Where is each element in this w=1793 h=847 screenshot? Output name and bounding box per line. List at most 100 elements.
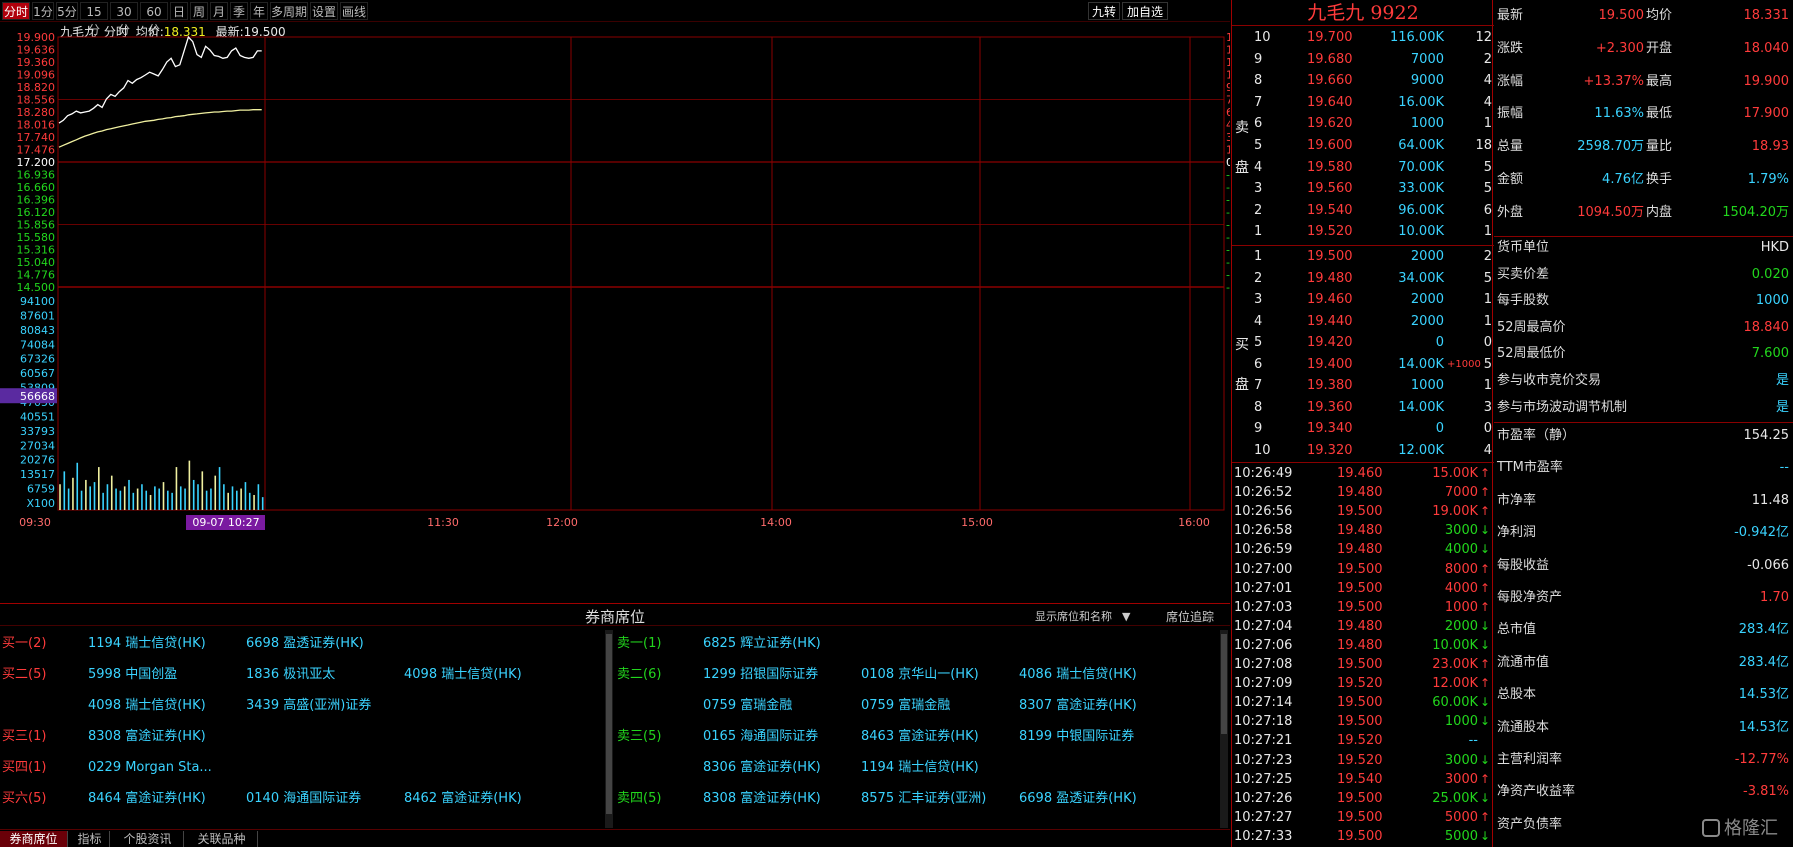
broker-seat[interactable]: 8308 富途证券(HK) bbox=[88, 727, 206, 747]
broker-level-label: 卖四(5) bbox=[617, 791, 662, 806]
bid-row[interactable]: 8 19.360 14.00K 3 bbox=[1232, 398, 1494, 418]
bid-row[interactable]: 6 19.400 14.00K +1000 5 bbox=[1232, 355, 1494, 375]
ask-row[interactable]: 9 19.680 7000 2 bbox=[1232, 50, 1494, 70]
bid-row[interactable]: 5 19.420 0 0 bbox=[1232, 333, 1494, 353]
sell-scrollbar[interactable] bbox=[1220, 630, 1228, 828]
period-tab-2[interactable]: 5分 bbox=[56, 2, 78, 20]
broker-seat[interactable]: 6698 盈透证券(HK) bbox=[246, 634, 364, 654]
broker-seat[interactable]: 8462 富途证券(HK) bbox=[404, 789, 522, 809]
broker-seat[interactable]: 1194 瑞士信贷(HK) bbox=[88, 634, 206, 654]
period-tab-13[interactable]: 画线 bbox=[340, 2, 368, 20]
broker-seat[interactable]: 8464 富途证券(HK) bbox=[88, 789, 206, 809]
period-tab-12[interactable]: 设置 bbox=[310, 2, 338, 20]
broker-seat[interactable]: 0140 海通国际证券 bbox=[246, 789, 361, 809]
bid-row[interactable]: 4 19.440 2000 1 bbox=[1232, 312, 1494, 332]
period-tab-4[interactable]: 30分 bbox=[110, 2, 138, 37]
broker-seat[interactable]: 3439 高盛(亚洲)证券 bbox=[246, 696, 371, 716]
broker-seat[interactable]: 0165 海通国际证券 bbox=[703, 727, 818, 747]
pct-tick-5: 7.89% bbox=[1226, 94, 1230, 107]
bid-row[interactable]: 2 19.480 34.00K 5 bbox=[1232, 269, 1494, 289]
arrow-down-icon: ↓ bbox=[1480, 523, 1491, 538]
broker-seat[interactable]: 8575 汇丰证券(亚洲) bbox=[861, 789, 986, 809]
trade-volume: 15.00K bbox=[1432, 466, 1478, 481]
ask-volume: 64.00K bbox=[1398, 138, 1444, 153]
trade-time: 10:27:14 bbox=[1234, 695, 1293, 711]
stat-label: 资产负债率 bbox=[1497, 816, 1563, 832]
stat-value: +13.37% bbox=[1583, 73, 1644, 89]
intraday-chart[interactable]: 九毛九 分时 均价:18.331 最新:19.500 19.900 19.636 1… bbox=[0, 22, 1230, 602]
time-label-1: 11:30 bbox=[427, 516, 459, 529]
period-tab-3[interactable]: 15分 bbox=[80, 2, 108, 37]
ask-row[interactable]: 4 19.580 70.00K 5 bbox=[1232, 158, 1494, 178]
bid-row[interactable]: 7 19.380 1000 1 bbox=[1232, 376, 1494, 396]
bottom-tab-2[interactable]: 个股资讯 bbox=[112, 831, 184, 847]
stat-label: 流通股本 bbox=[1497, 719, 1550, 735]
financial-row: 净资产收益率 -3.81% bbox=[1494, 782, 1793, 802]
broker-seat[interactable]: 0759 富瑞金融 bbox=[861, 696, 950, 716]
broker-seat[interactable]: 4086 瑞士信贷(HK) bbox=[1019, 665, 1137, 685]
ask-volume: 96.00K bbox=[1398, 202, 1444, 218]
bottom-tab-3[interactable]: 关联品种 bbox=[186, 831, 258, 847]
broker-seat[interactable]: 8307 富途证券(HK) bbox=[1019, 696, 1137, 716]
stat-label: 每股净资产 bbox=[1497, 590, 1563, 605]
broker-seat[interactable]: 8308 富途证券(HK) bbox=[703, 789, 821, 809]
broker-seat[interactable]: 0108 京华山一(HK) bbox=[861, 665, 979, 685]
ask-row[interactable]: 2 19.540 96.00K 6 bbox=[1232, 201, 1494, 221]
ask-row[interactable]: 3 19.560 33.00K 5 bbox=[1232, 179, 1494, 199]
trade-row: 10:27:33 19.500 5000 ↓ bbox=[1232, 827, 1494, 846]
broker-seat[interactable]: 4098 瑞士信贷(HK) bbox=[404, 665, 522, 685]
broker-seat[interactable]: 0229 Morgan Sta... bbox=[88, 758, 212, 778]
stat-value: HKD bbox=[1760, 240, 1789, 255]
period-tab-11[interactable]: 多周期 bbox=[270, 2, 308, 20]
stat-label: 买卖价差 bbox=[1497, 266, 1550, 282]
ask-row[interactable]: 7 19.640 16.00K 4 bbox=[1232, 93, 1494, 113]
ask-volume: 7000 bbox=[1410, 51, 1444, 67]
period-tab-6[interactable]: 日 bbox=[170, 2, 188, 20]
stat-label: 总量 bbox=[1497, 139, 1524, 155]
ask-level: 6 bbox=[1254, 116, 1263, 132]
broker-seat[interactable]: 8463 富途证券(HK) bbox=[861, 727, 979, 747]
bid-row[interactable]: 9 19.340 0 0 bbox=[1232, 419, 1494, 439]
buy-scrollbar[interactable] bbox=[605, 630, 613, 828]
bid-row[interactable]: 1 19.500 2000 2 bbox=[1232, 247, 1494, 267]
broker-seat[interactable]: 5998 中国创盈 bbox=[88, 665, 177, 685]
bid-row[interactable]: 10 19.320 12.00K 4 bbox=[1232, 441, 1494, 461]
period-tab-0[interactable]: 分时 bbox=[2, 2, 30, 20]
ask-row[interactable]: 5 19.600 64.00K 18 bbox=[1232, 136, 1494, 156]
ask-row[interactable]: 10 19.700 116.00K 12 bbox=[1232, 28, 1494, 48]
bottom-tab-0[interactable]: 券商席位 bbox=[0, 831, 68, 847]
bottom-tab-1[interactable]: 指标 bbox=[70, 831, 110, 847]
stat-label: 量比 bbox=[1646, 139, 1673, 155]
add-watchlist-button[interactable]: 加自选 bbox=[1122, 2, 1168, 20]
price-tick-14: 16.120 bbox=[17, 206, 56, 219]
period-tab-8[interactable]: 月 bbox=[210, 2, 228, 20]
broker-seat[interactable]: 0759 富瑞金融 bbox=[703, 696, 792, 716]
bid-level: 5 bbox=[1254, 335, 1263, 350]
period-tab-5[interactable]: 60分 bbox=[140, 2, 168, 37]
period-tab-7[interactable]: 周 bbox=[190, 2, 208, 20]
period-tab-10[interactable]: 年 bbox=[250, 2, 268, 20]
broker-seat[interactable]: 8199 中银国际证券 bbox=[1019, 727, 1134, 747]
bid-level: 9 bbox=[1254, 421, 1263, 436]
bid-row[interactable]: 3 19.460 2000 1 bbox=[1232, 290, 1494, 310]
seat-track-button[interactable]: 席位追踪 bbox=[1166, 608, 1214, 625]
broker-seat[interactable]: 6825 辉立证券(HK) bbox=[703, 634, 821, 654]
trade-row: 10:27:27 19.500 5000 ↑ bbox=[1232, 808, 1494, 827]
ask-price: 19.580 bbox=[1307, 159, 1353, 175]
broker-seat[interactable]: 1836 极讯亚太 bbox=[246, 665, 335, 685]
display-mode-select[interactable]: 显示席位和名称 ▼ bbox=[1035, 608, 1130, 624]
nine-turn-button[interactable]: 九转 bbox=[1088, 2, 1120, 20]
broker-seat[interactable]: 1194 瑞士信贷(HK) bbox=[861, 758, 979, 778]
ask-row[interactable]: 6 19.620 1000 1 bbox=[1232, 114, 1494, 134]
period-tab-9[interactable]: 季 bbox=[230, 2, 248, 20]
broker-seat[interactable]: 4098 瑞士信贷(HK) bbox=[88, 696, 206, 716]
stat-value: 11.48 bbox=[1751, 492, 1789, 508]
ask-row[interactable]: 1 19.520 10.00K 1 bbox=[1232, 222, 1494, 242]
price-tick-6: 18.280 bbox=[17, 106, 56, 119]
period-tab-1[interactable]: 1分 bbox=[32, 2, 54, 20]
broker-seat[interactable]: 6698 盈透证券(HK) bbox=[1019, 789, 1137, 809]
broker-seat[interactable]: 8306 富途证券(HK) bbox=[703, 758, 821, 778]
ask-row[interactable]: 8 19.660 9000 4 bbox=[1232, 71, 1494, 91]
arrow-up-icon: ↑ bbox=[1480, 657, 1491, 671]
broker-seat[interactable]: 1299 招银国际证券 bbox=[703, 665, 818, 685]
